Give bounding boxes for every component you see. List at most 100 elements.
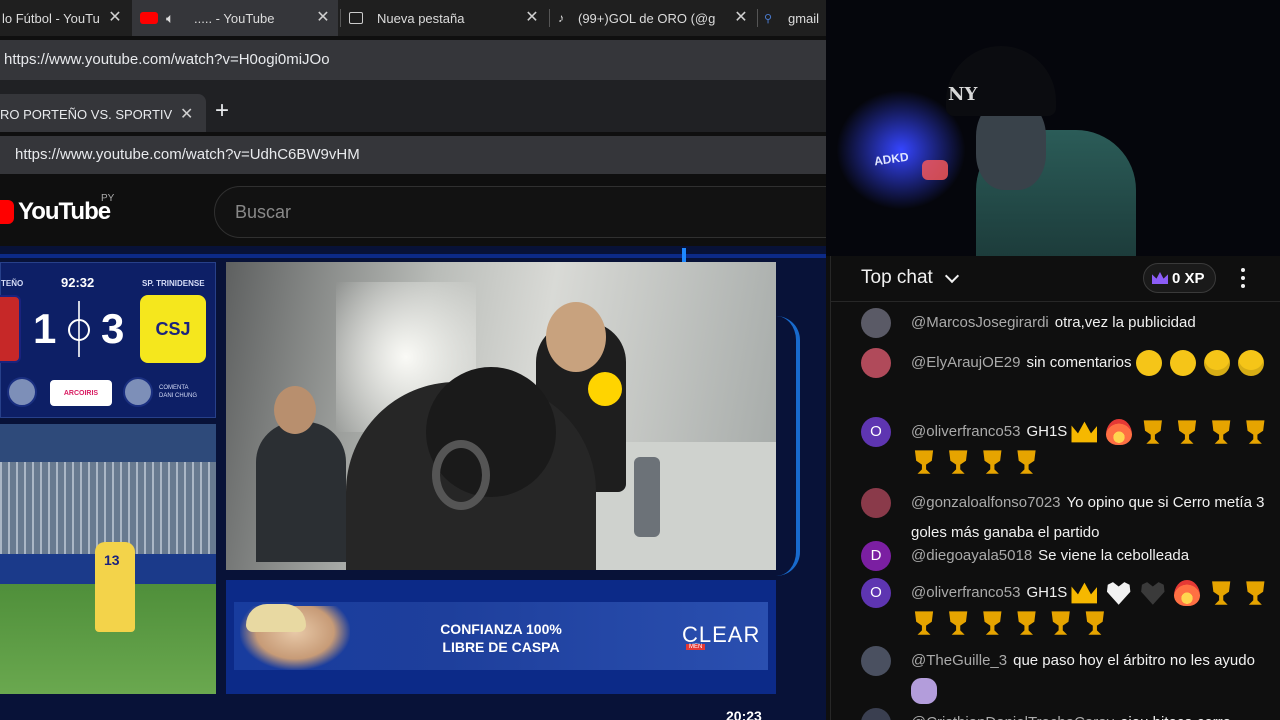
ad-headline: CONFIANZA 100% LIBRE DE CASPA bbox=[406, 620, 596, 656]
crown-icon bbox=[1152, 272, 1168, 284]
tab-title: (99+)GOL de ORO (@g bbox=[578, 10, 716, 26]
browser-tab[interactable]: lo Fútbol - YouTu ✕ bbox=[0, 0, 130, 36]
ad-banner: CONFIANZA 100% LIBRE DE CASPA CLEAR MEN bbox=[226, 580, 776, 694]
studio-camera-view bbox=[226, 262, 776, 570]
youtube-logo[interactable]: YouTube bbox=[0, 198, 111, 226]
chat-mode-label[interactable]: Top chat bbox=[861, 267, 933, 289]
author-name[interactable]: @oliverfranco53 bbox=[911, 584, 1020, 601]
message-text: otra,vez la publicidad bbox=[1054, 314, 1196, 331]
author-avatar[interactable]: D bbox=[861, 541, 891, 571]
browser-tab-strip: RO PORTEÑO VS. SPORTIVO T ✕ bbox=[0, 90, 826, 132]
sneezing-face-icon bbox=[1135, 350, 1162, 377]
xp-value: 0 XP bbox=[1172, 269, 1205, 287]
video-player[interactable]: TEÑO 92:32 SP. TRINIDENSE 1 3 CSJ ARCOIR… bbox=[0, 246, 826, 720]
black-heart-icon bbox=[1141, 582, 1165, 605]
toolbar-gap bbox=[0, 80, 826, 90]
close-tab-icon[interactable]: ✕ bbox=[106, 9, 124, 27]
author-avatar[interactable]: O bbox=[861, 578, 891, 608]
search-box[interactable] bbox=[214, 186, 854, 238]
center-circle bbox=[68, 319, 90, 341]
trophy-icon bbox=[1143, 420, 1162, 444]
message-content: @gonzaloalfonso7023 Yo opino que si Cerro… bbox=[911, 488, 1280, 548]
red-light bbox=[922, 160, 948, 180]
streamer-webcam: ADKD NY bbox=[826, 0, 1280, 256]
trophy-icon bbox=[914, 611, 934, 635]
search-input[interactable] bbox=[235, 199, 795, 225]
new-tab-page-icon bbox=[349, 12, 363, 24]
address-bar[interactable]: https://www.youtube.com/watch?v=H0ogi0mi… bbox=[0, 40, 826, 80]
browser-tab-active[interactable]: 🔈︎ ..... - YouTube ✕ bbox=[132, 0, 338, 36]
message-text: que paso hoy el árbitro no les ayudo bbox=[1013, 652, 1255, 669]
fire-icon bbox=[1174, 580, 1200, 607]
author-avatar[interactable] bbox=[861, 708, 891, 720]
author-avatar[interactable] bbox=[861, 646, 891, 676]
ad-model-hair bbox=[246, 604, 306, 632]
message-content: @diegoayala5018 Se viene la cebolleada bbox=[911, 541, 1280, 571]
url-text: https://www.youtube.com/watch?v=H0ogi0mi… bbox=[4, 51, 330, 68]
away-score: 3 bbox=[101, 305, 125, 352]
commentator-avatar bbox=[123, 377, 153, 407]
close-tab-icon[interactable]: ✕ bbox=[314, 9, 332, 27]
author-name[interactable]: @oliverfranco53 bbox=[911, 423, 1020, 440]
trophy-icon bbox=[949, 611, 968, 635]
trophy-icon bbox=[1085, 611, 1104, 635]
trophy-icon bbox=[1017, 450, 1036, 474]
author-name[interactable]: @gonzaloalfonso7023 bbox=[911, 494, 1061, 511]
home-score: 1 bbox=[33, 305, 57, 352]
commentator-caption: COMENTA DANI CHUNG bbox=[159, 384, 197, 400]
youtube-play-icon bbox=[0, 200, 14, 224]
chevron-down-icon[interactable] bbox=[944, 268, 960, 284]
message-text: sin comentarios bbox=[1026, 354, 1132, 371]
author-avatar[interactable] bbox=[861, 348, 891, 378]
youtube-wordmark: YouTube bbox=[18, 198, 111, 225]
goalkeeper-number: 13 bbox=[104, 552, 120, 568]
new-tab-button[interactable]: + bbox=[215, 98, 229, 124]
close-tab-icon[interactable]: ✕ bbox=[732, 9, 750, 27]
author-name[interactable]: @diegoayala5018 bbox=[911, 547, 1032, 564]
crown-icon bbox=[1071, 582, 1098, 604]
commentator-name: DANI CHUNG bbox=[159, 393, 198, 399]
trophy-icon bbox=[1017, 611, 1036, 635]
more-options-icon[interactable] bbox=[1241, 268, 1245, 288]
commentator-role: COMENTA bbox=[159, 385, 189, 391]
message-content: @oliverfranco53 GH1S bbox=[911, 417, 1280, 477]
chat-header: Top chat 0 XP bbox=[831, 256, 1280, 302]
browser-tab-active[interactable]: RO PORTEÑO VS. SPORTIVO T ✕ bbox=[0, 94, 206, 132]
tired-face-icon bbox=[1169, 350, 1196, 377]
author-avatar[interactable] bbox=[861, 488, 891, 518]
away-crest-text: CSJ bbox=[155, 318, 191, 339]
white-heart-icon bbox=[1106, 582, 1131, 605]
author-name[interactable]: @CristhianDanielTrochaCaray bbox=[911, 714, 1114, 720]
sponsor-text: ARCOIRIS bbox=[63, 389, 99, 397]
close-tab-icon[interactable]: ✕ bbox=[180, 104, 193, 124]
thermos bbox=[634, 457, 660, 537]
close-tab-icon[interactable]: ✕ bbox=[523, 9, 541, 27]
match-clock: 92:32 bbox=[61, 275, 95, 290]
author-name[interactable]: @ElyAraujOE29 bbox=[911, 354, 1020, 371]
author-name[interactable]: @TheGuille_3 bbox=[911, 652, 1007, 669]
trophy-icon bbox=[1246, 581, 1265, 605]
decor-ring bbox=[776, 316, 800, 576]
browser-tab[interactable]: ♪ (99+)GOL de ORO (@g ✕ bbox=[550, 0, 756, 36]
away-team-label: SP. TRINIDENSE bbox=[142, 279, 205, 288]
message-content: @CristhianDanielTrochaCaray ejeu biteca c… bbox=[911, 708, 1280, 720]
author-avatar[interactable] bbox=[861, 308, 891, 338]
browser-tab[interactable]: ⚲ gmail bbox=[758, 0, 826, 36]
browser-tab[interactable]: Nueva pestaña ✕ bbox=[341, 0, 547, 36]
decor-stripe bbox=[0, 254, 826, 258]
narrator-head bbox=[546, 302, 606, 372]
trophy-icon bbox=[1246, 420, 1265, 444]
message-text: ejeu biteca cerro bbox=[1120, 714, 1231, 720]
trophy-icon bbox=[1177, 420, 1197, 444]
frowning-face-icon bbox=[1204, 350, 1231, 377]
headphones-icon bbox=[432, 440, 490, 510]
author-avatar[interactable]: O bbox=[861, 417, 891, 447]
tab-title: ..... - YouTube bbox=[194, 10, 275, 26]
message-text: GH1S bbox=[1026, 423, 1068, 440]
address-bar[interactable]: https://www.youtube.com/watch?v=UdhC6BW9… bbox=[0, 136, 826, 174]
author-name[interactable]: @MarcosJosegirardi bbox=[911, 314, 1049, 331]
tab-title: RO PORTEÑO VS. SPORTIVO T bbox=[0, 107, 172, 122]
xp-badge[interactable]: 0 XP bbox=[1143, 263, 1216, 293]
search-icon: ⚲ bbox=[764, 12, 773, 25]
speaker-icon[interactable]: 🔈︎ bbox=[166, 10, 182, 27]
